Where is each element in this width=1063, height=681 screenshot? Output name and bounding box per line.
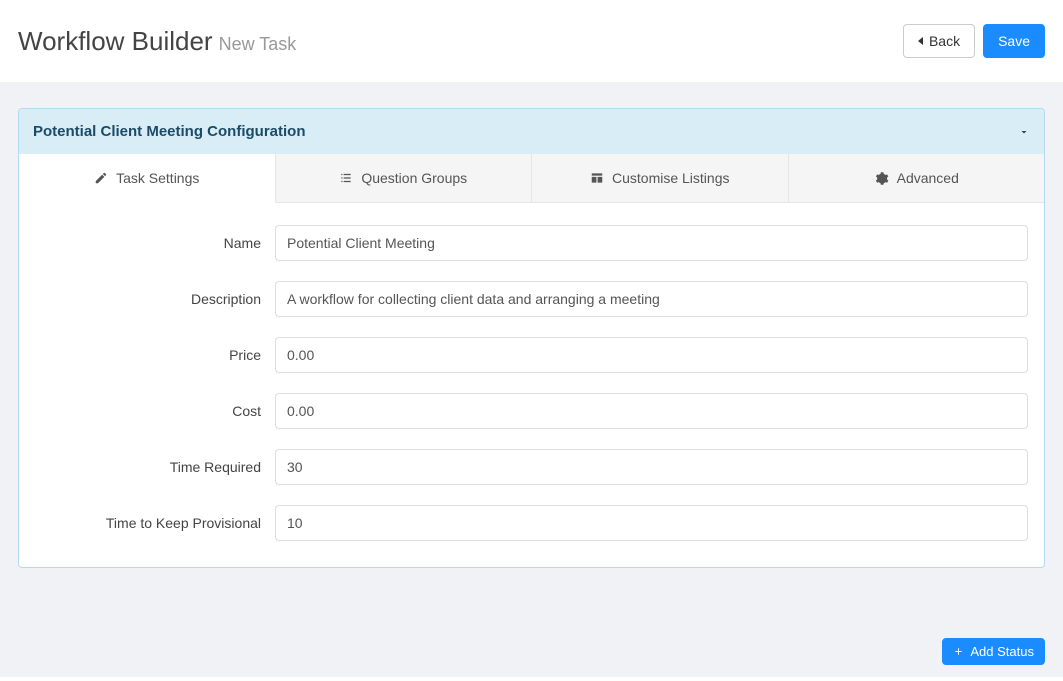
back-button-label: Back [929,33,960,49]
content-area: Potential Client Meeting Configuration T… [0,82,1063,586]
label-cost: Cost [35,403,275,419]
label-price: Price [35,347,275,363]
row-cost: Cost [35,393,1028,429]
tab-label: Question Groups [361,170,467,186]
input-price[interactable] [275,337,1028,373]
save-button[interactable]: Save [983,24,1045,58]
row-description: Description [35,281,1028,317]
config-panel: Potential Client Meeting Configuration T… [18,108,1045,568]
label-time-required: Time Required [35,459,275,475]
page-title: Workflow Builder [18,26,213,57]
table-icon [590,171,604,185]
tab-label: Advanced [897,170,959,186]
panel-header[interactable]: Potential Client Meeting Configuration [19,109,1044,154]
row-name: Name [35,225,1028,261]
header-actions: Back Save [903,24,1045,58]
input-time-provisional[interactable] [275,505,1028,541]
page-header: Workflow Builder New Task Back Save [0,0,1063,82]
save-button-label: Save [998,33,1030,49]
page-subtitle: New Task [219,34,297,55]
footer-actions: Add Status [0,586,1063,677]
add-status-button[interactable]: Add Status [942,638,1045,665]
list-icon [339,171,353,185]
title-wrap: Workflow Builder New Task [18,26,296,57]
input-cost[interactable] [275,393,1028,429]
tab-advanced[interactable]: Advanced [789,154,1045,203]
pencil-icon [94,171,108,185]
tab-label: Customise Listings [612,170,730,186]
plus-icon [953,646,964,657]
add-status-label: Add Status [970,644,1034,659]
input-time-required[interactable] [275,449,1028,485]
caret-left-icon [918,37,923,45]
tab-customise-listings[interactable]: Customise Listings [532,154,789,203]
back-button[interactable]: Back [903,24,975,58]
input-name[interactable] [275,225,1028,261]
row-time-required: Time Required [35,449,1028,485]
row-time-provisional: Time to Keep Provisional [35,505,1028,541]
tab-task-settings[interactable]: Task Settings [19,154,276,203]
tab-question-groups[interactable]: Question Groups [276,154,533,203]
panel-title: Potential Client Meeting Configuration [33,123,306,140]
label-time-provisional: Time to Keep Provisional [35,515,275,531]
label-description: Description [35,291,275,307]
gears-icon [874,171,889,186]
tab-label: Task Settings [116,170,199,186]
label-name: Name [35,235,275,251]
row-price: Price [35,337,1028,373]
chevron-down-icon [1018,126,1030,138]
tabs-row: Task Settings Question Groups Customise … [19,154,1044,203]
input-description[interactable] [275,281,1028,317]
form-area: Name Description Price Cost Time Require… [19,203,1044,567]
